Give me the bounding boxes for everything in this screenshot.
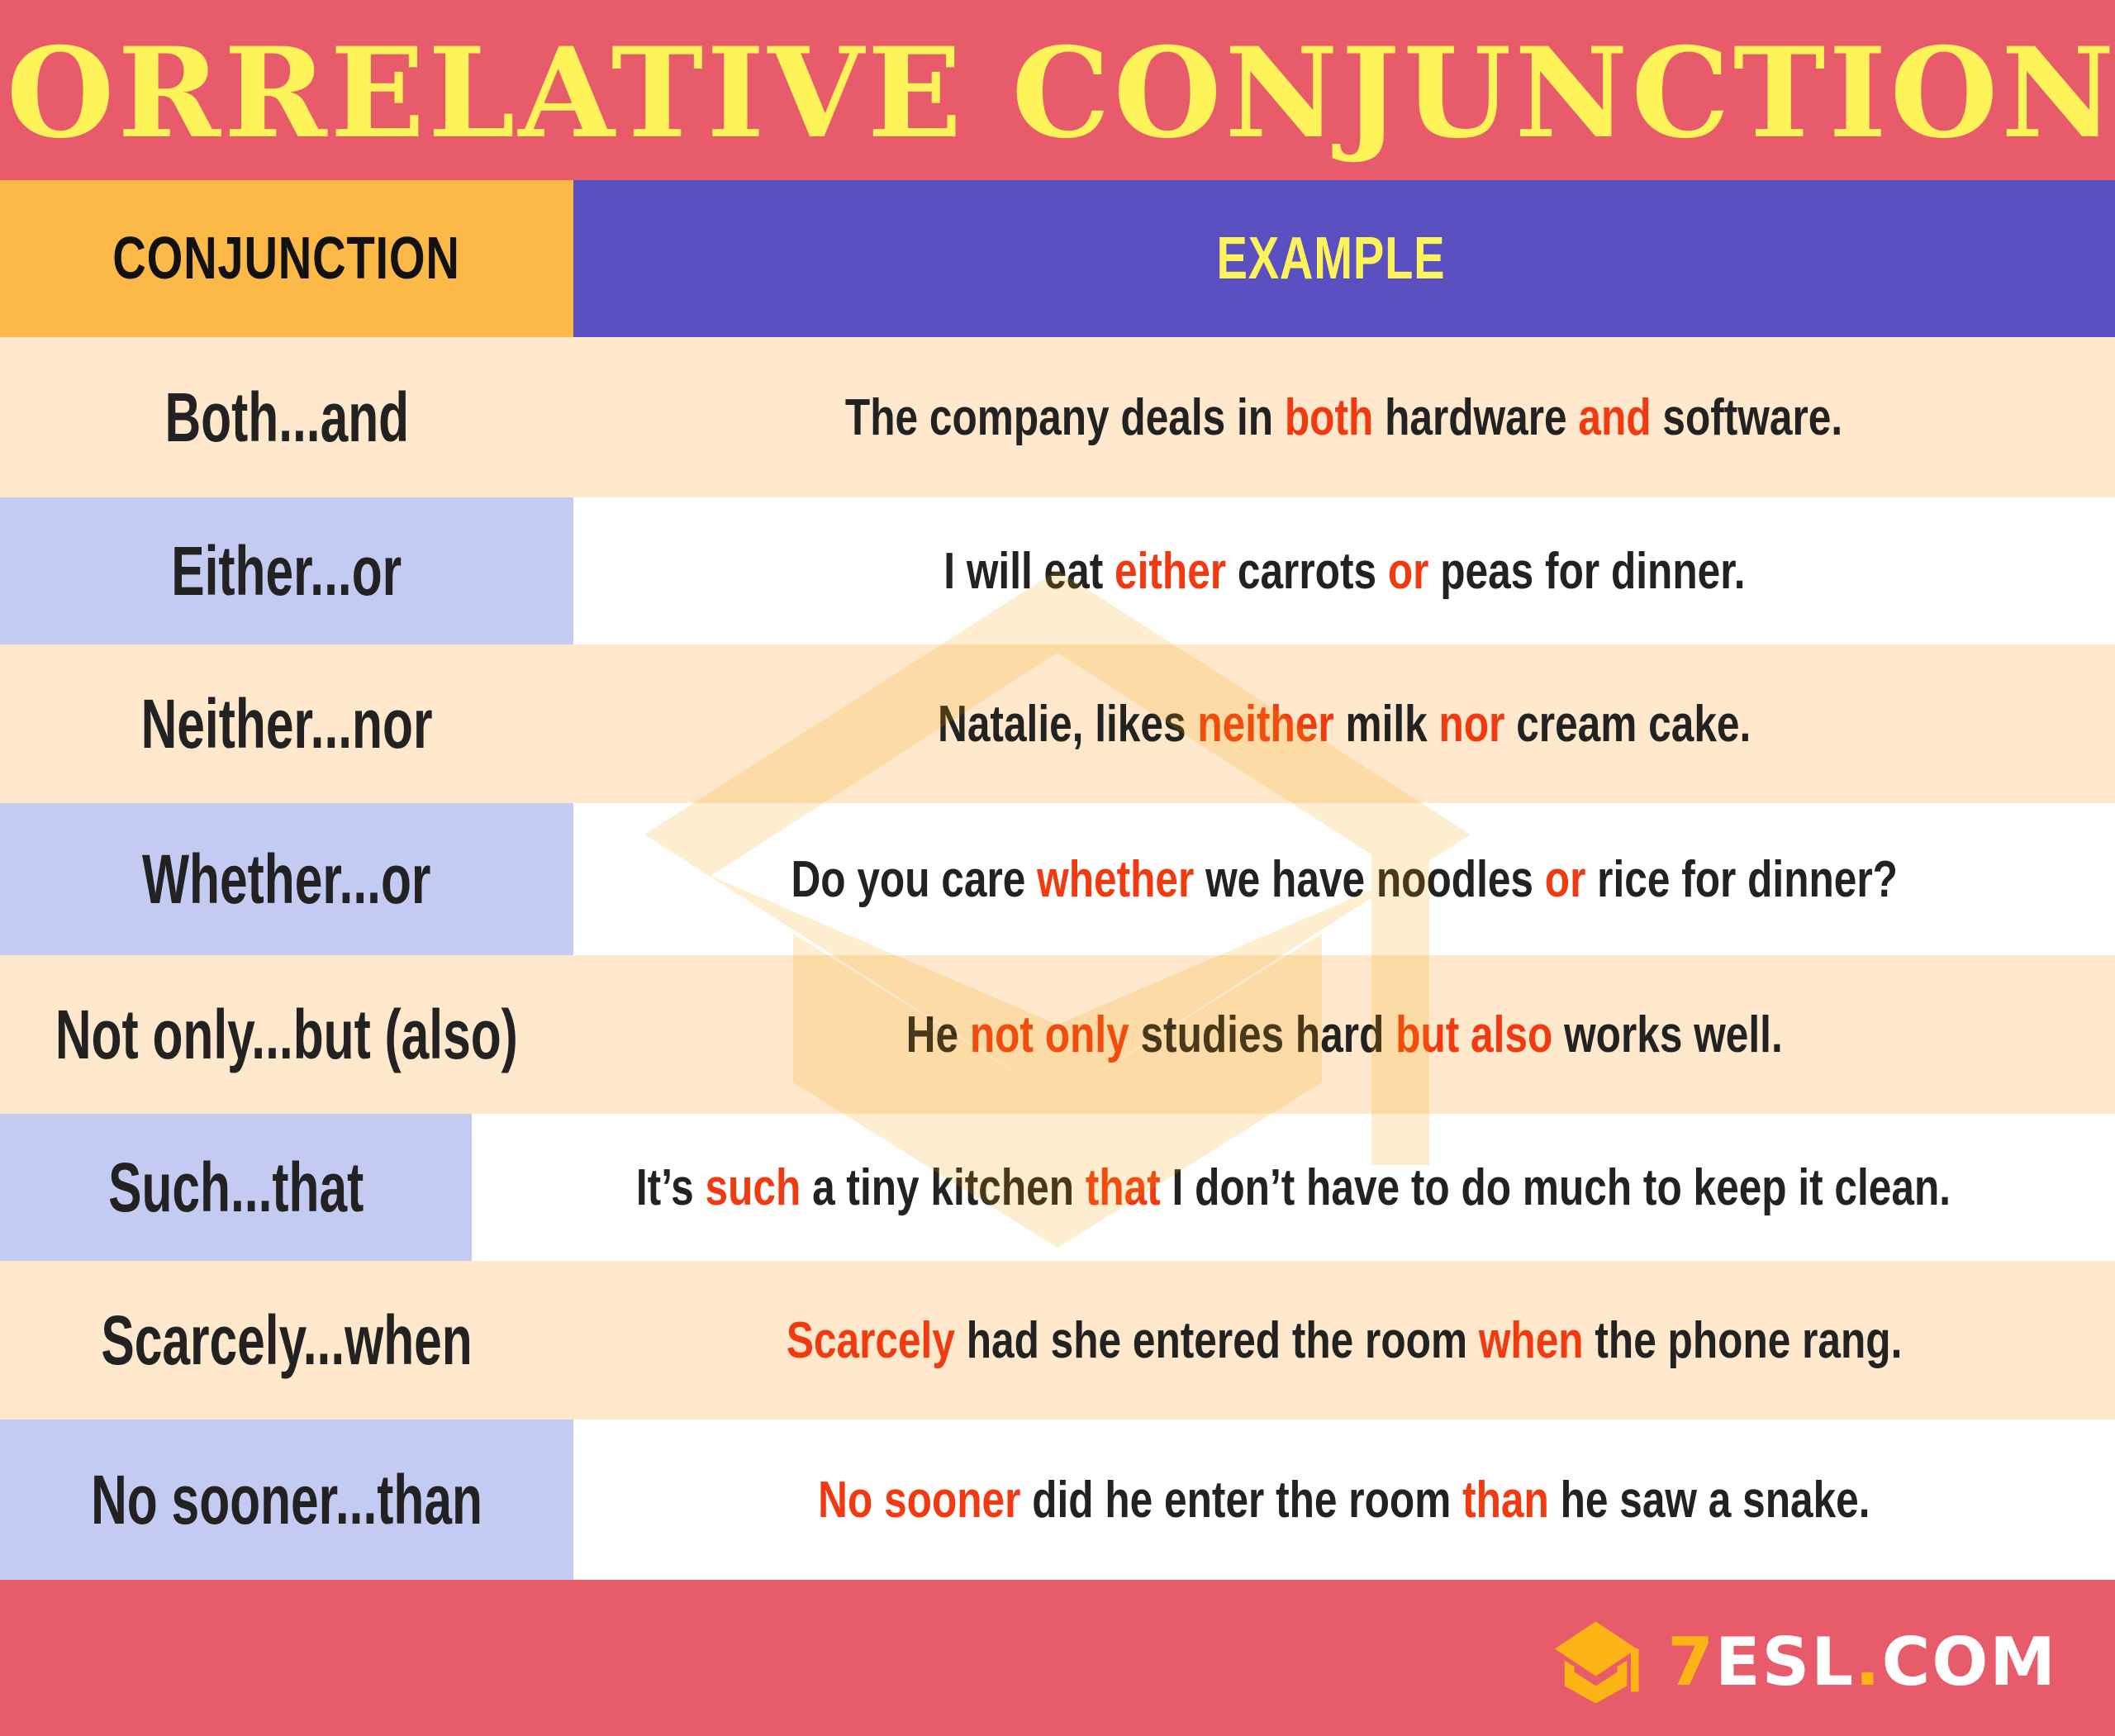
sentence-text: Natalie, likes [937, 695, 1198, 753]
table-header: CONJUNCTION EXAMPLE [0, 180, 2115, 337]
brand-dot: . [1855, 1624, 1882, 1700]
conjunction-cell: Whether...or [0, 803, 573, 955]
example-sentence: The company deals in both hardware and s… [845, 388, 1842, 447]
example-cell: I will eat either carrots or peas for di… [573, 497, 2115, 644]
header-example-cell: EXAMPLE [573, 180, 2115, 337]
conjunction-label: Scarcely...when [101, 1301, 473, 1379]
conjunction-cell: Not only...but (also) [0, 955, 573, 1114]
highlighted-conjunction: No sooner [818, 1471, 1021, 1529]
conjunction-cell: Both...and [0, 337, 573, 497]
example-cell: Scarcely had she entered the room when t… [573, 1261, 2115, 1420]
highlighted-conjunction: and [1578, 388, 1652, 446]
sentence-text: It’s [635, 1158, 706, 1216]
header-example: EXAMPLE [1216, 226, 1446, 292]
sentence-text: cream cake. [1504, 695, 1751, 753]
example-sentence: Scarcely had she entered the room when t… [787, 1311, 1903, 1370]
header-conjunction: CONJUNCTION [112, 226, 461, 292]
example-cell: It’s such a tiny kitchen that I don’t ha… [472, 1114, 2115, 1261]
sentence-text: Do you care [791, 850, 1037, 908]
table-row: Neither...nor Natalie, likes neither milk… [0, 644, 2115, 803]
highlighted-conjunction: that [1085, 1158, 1161, 1216]
header-conjunction-cell: CONJUNCTION [0, 180, 573, 337]
conjunction-label: Both...and [164, 378, 409, 456]
sentence-text: The company deals in [845, 388, 1286, 446]
example-cell: He not only studies hard but also works … [573, 955, 2115, 1114]
example-sentence: He not only studies hard but also works … [905, 1006, 1782, 1064]
title-banner: CORRELATIVE CONJUNCTIONS [0, 0, 2115, 180]
page-title: CORRELATIVE CONJUNCTIONS [0, 21, 2115, 166]
example-cell: Natalie, likes neither milk nor cream ca… [573, 644, 2115, 803]
conjunction-label: No sooner...than [91, 1460, 482, 1539]
highlighted-conjunction: than [1462, 1471, 1549, 1529]
footer-band: 7ESL.COM [0, 1580, 2115, 1736]
table-row: No sooner...than No sooner did he enter t… [0, 1420, 2115, 1580]
highlighted-conjunction: both [1285, 388, 1374, 446]
sentence-text: milk [1333, 695, 1439, 753]
sentence-text: we have noodles [1194, 850, 1545, 908]
highlighted-conjunction: or [1387, 542, 1429, 600]
highlighted-conjunction: nor [1438, 695, 1505, 753]
conjunction-table: CONJUNCTION EXAMPLE Both...and The compan… [0, 180, 2115, 1580]
example-sentence: It’s such a tiny kitchen that I don’t ha… [636, 1158, 1951, 1217]
table-row: Such...that It’s such a tiny kitchen that… [0, 1114, 2115, 1261]
brand-name: 7ESL.COM [1667, 1629, 2057, 1696]
sentence-text: peas for dinner. [1428, 542, 1746, 600]
highlighted-conjunction: Scarcely [786, 1311, 955, 1369]
table-row: Both...and The company deals in both hard… [0, 337, 2115, 497]
conjunction-label: Either...or [171, 531, 402, 610]
table-row: Either...or I will eat either carrots or … [0, 497, 2115, 644]
example-cell: Do you care whether we have noodles or r… [573, 803, 2115, 955]
table-row: Scarcely...when Scarcely had she entered … [0, 1261, 2115, 1420]
example-cell: No sooner did he enter the room than he … [573, 1420, 2115, 1580]
sentence-text: the phone rang. [1583, 1311, 1903, 1369]
example-cell: The company deals in both hardware and s… [573, 337, 2115, 497]
conjunction-cell: Scarcely...when [0, 1261, 573, 1420]
sentence-text: I don’t have to do much to keep it clean… [1160, 1158, 1951, 1216]
brand-tld: COM [1881, 1624, 2057, 1700]
sentence-text: I will eat [943, 542, 1115, 600]
example-sentence: Do you care whether we have noodles or r… [791, 850, 1898, 909]
table-body: Both...and The company deals in both hard… [0, 337, 2115, 1580]
highlighted-conjunction: whether [1036, 850, 1195, 908]
sentence-text: studies hard [1129, 1006, 1395, 1063]
sentence-text: a tiny kitchen [801, 1158, 1086, 1216]
highlighted-conjunction: neither [1197, 695, 1334, 753]
brand-esl: ESL [1715, 1624, 1856, 1700]
example-sentence: No sooner did he enter the room than he … [818, 1471, 1870, 1529]
brand-logo[interactable]: 7ESL.COM [1555, 1621, 2057, 1704]
sentence-text: software. [1652, 388, 1843, 446]
highlighted-conjunction: or [1544, 850, 1586, 908]
table-row: Not only...but (also) He not only studies… [0, 955, 2115, 1114]
sentence-text: he saw a snake. [1548, 1471, 1870, 1529]
graduation-cap-icon [1555, 1621, 1639, 1704]
conjunction-cell: Such...that [0, 1114, 473, 1261]
example-sentence: Natalie, likes neither milk nor cream ca… [938, 695, 1751, 754]
conjunction-cell: No sooner...than [0, 1420, 573, 1580]
conjunction-label: Neither...nor [140, 684, 433, 763]
highlighted-conjunction: when [1478, 1311, 1584, 1369]
conjunction-label: Such...that [107, 1148, 364, 1226]
sentence-text: carrots [1225, 542, 1388, 600]
highlighted-conjunction: either [1114, 542, 1226, 600]
highlighted-conjunction: such [705, 1158, 801, 1216]
sentence-text: works well. [1552, 1006, 1783, 1063]
sentence-text: hardware [1373, 388, 1579, 446]
conjunction-cell: Either...or [0, 497, 573, 644]
brand-seven: 7 [1667, 1624, 1716, 1700]
sentence-text: had she entered the room [954, 1311, 1479, 1369]
table-row: Whether...or Do you care whether we have … [0, 803, 2115, 955]
conjunction-label: Not only...but (also) [55, 995, 518, 1073]
example-sentence: I will eat either carrots or peas for di… [943, 542, 1745, 601]
conjunction-label: Whether...or [142, 839, 431, 918]
sentence-text: He [905, 1006, 970, 1063]
highlighted-conjunction: not only [969, 1006, 1129, 1063]
sentence-text: rice for dinner? [1585, 850, 1898, 908]
highlighted-conjunction: but also [1395, 1006, 1553, 1063]
sentence-text: did he enter the room [1020, 1471, 1463, 1529]
conjunction-cell: Neither...nor [0, 644, 573, 803]
